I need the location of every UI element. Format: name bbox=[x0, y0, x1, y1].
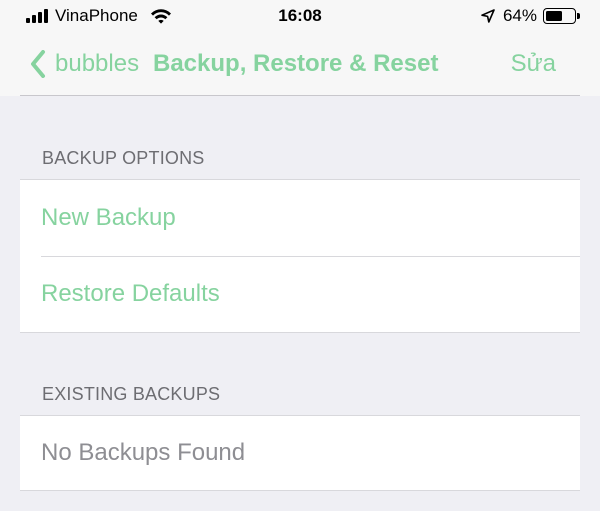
battery-icon bbox=[543, 8, 580, 24]
back-button-label: bubbles bbox=[55, 50, 140, 77]
chevron-left-icon bbox=[31, 50, 45, 78]
backup-options-group: New Backup Restore Defaults bbox=[20, 179, 580, 333]
section-header-backup-options: BACKUP OPTIONS bbox=[42, 148, 205, 168]
nav-divider bbox=[20, 95, 580, 96]
section-header-existing-backups: EXISTING BACKUPS bbox=[42, 384, 221, 404]
battery-percent: 64% bbox=[502, 6, 537, 25]
edit-button[interactable]: Sửa bbox=[511, 44, 556, 84]
new-backup-button[interactable]: New Backup bbox=[20, 180, 580, 256]
battery-nub bbox=[577, 13, 580, 19]
existing-backups-group: No Backups Found bbox=[20, 415, 580, 491]
page-title: Backup, Restore & Reset bbox=[153, 50, 439, 77]
navigation-bar: bubbles Backup, Restore & Reset Sửa bbox=[0, 32, 600, 96]
status-right: 64% bbox=[481, 6, 580, 26]
location-arrow-icon bbox=[481, 9, 495, 23]
restore-defaults-button[interactable]: Restore Defaults bbox=[20, 256, 580, 332]
battery-fill bbox=[546, 11, 562, 21]
back-button[interactable]: bubbles bbox=[30, 44, 139, 84]
status-bar: VinaPhone 16:08 64% bbox=[0, 0, 600, 32]
no-backups-label: No Backups Found bbox=[41, 439, 246, 466]
settings-screen: VinaPhone 16:08 64% bubbles Backup, Rest… bbox=[0, 0, 600, 511]
